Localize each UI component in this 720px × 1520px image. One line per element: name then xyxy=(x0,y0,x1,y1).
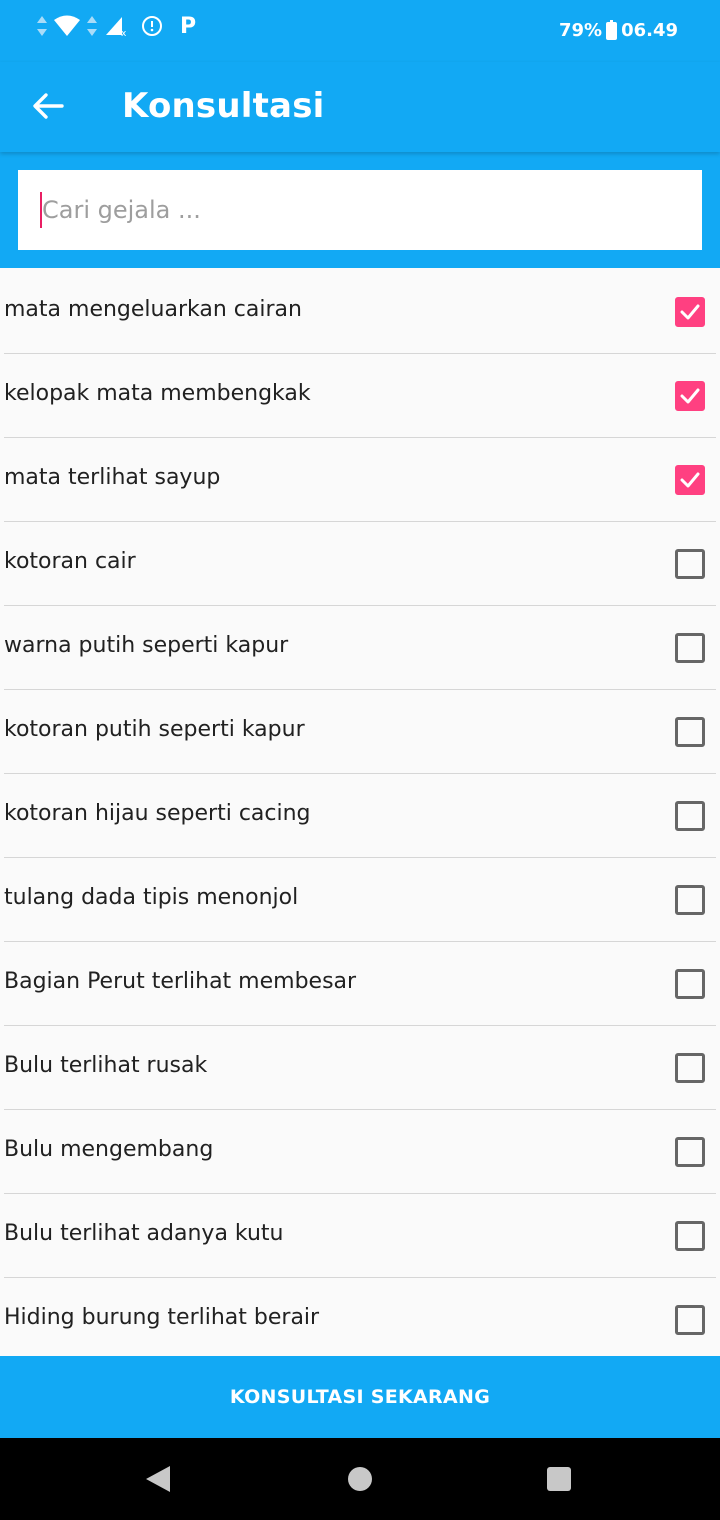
symptom-label: Hiding burung terlihat berair xyxy=(4,1305,320,1330)
symptom-row[interactable]: mata terlihat sayup xyxy=(0,438,720,522)
nav-home-icon[interactable] xyxy=(348,1467,372,1491)
symptom-label: warna putih seperti kapur xyxy=(4,633,289,658)
navigation-bar xyxy=(0,1438,720,1520)
symptom-row[interactable]: kelopak mata membengkak xyxy=(0,354,720,438)
symptom-label: mata terlihat sayup xyxy=(4,465,221,490)
symptom-row[interactable]: warna putih seperti kapur xyxy=(0,606,720,690)
back-button[interactable] xyxy=(26,84,70,128)
symptom-row[interactable]: Bagian Perut terlihat membesar xyxy=(0,942,720,1026)
status-bar: x P 79% 06.49 xyxy=(0,0,720,62)
signal-icon: x xyxy=(106,17,127,37)
symptom-list: mata mengeluarkan cairan kelopak mata mem… xyxy=(0,270,720,1356)
alarm-icon xyxy=(142,16,162,36)
checkbox-unchecked[interactable] xyxy=(675,633,705,663)
symptom-row[interactable]: Bulu mengembang xyxy=(0,1110,720,1194)
page-title: Konsultasi xyxy=(122,86,325,126)
symptom-label: Bulu terlihat adanya kutu xyxy=(4,1221,284,1246)
checkbox-checked[interactable] xyxy=(675,465,705,495)
symptom-label: kotoran putih seperti kapur xyxy=(4,717,305,742)
symptom-label: tulang dada tipis menonjol xyxy=(4,885,299,910)
symptom-label: kotoran cair xyxy=(4,549,136,574)
checkbox-checked[interactable] xyxy=(675,381,705,411)
symptom-row[interactable]: tulang dada tipis menonjol xyxy=(0,858,720,942)
status-icons-right: 79% 06.49 xyxy=(558,19,678,41)
checkbox-unchecked[interactable] xyxy=(675,969,705,999)
symptom-row[interactable]: kotoran cair xyxy=(0,522,720,606)
search-box[interactable] xyxy=(18,170,702,250)
checkmark-icon xyxy=(680,472,700,488)
checkbox-checked[interactable] xyxy=(675,297,705,327)
status-icons-left: x P xyxy=(36,12,196,40)
search-section xyxy=(0,152,720,268)
symptom-row[interactable]: kotoran putih seperti kapur xyxy=(0,690,720,774)
checkmark-icon xyxy=(680,388,700,404)
checkbox-unchecked[interactable] xyxy=(675,1137,705,1167)
svg-text:x: x xyxy=(121,29,127,37)
symptom-label: mata mengeluarkan cairan xyxy=(4,297,302,322)
symptom-row[interactable]: kotoran hijau seperti cacing xyxy=(0,774,720,858)
symptom-row[interactable]: Bulu terlihat rusak xyxy=(0,1026,720,1110)
status-time: 06.49 xyxy=(621,20,678,41)
symptom-label: kotoran hijau seperti cacing xyxy=(4,801,311,826)
symptom-label: Bagian Perut terlihat membesar xyxy=(4,969,357,994)
checkbox-unchecked[interactable] xyxy=(675,717,705,747)
battery-percent: 79% xyxy=(558,20,603,41)
parking-app-icon: P xyxy=(180,13,197,39)
battery-charging-icon xyxy=(606,19,618,40)
symptom-label: Bulu terlihat rusak xyxy=(4,1053,208,1078)
checkbox-unchecked[interactable] xyxy=(675,885,705,915)
checkmark-icon xyxy=(680,304,700,320)
symptom-row[interactable]: Hiding burung terlihat berair xyxy=(0,1278,720,1356)
arrow-left-icon xyxy=(33,93,64,119)
consult-now-button[interactable]: KONSULTASI SEKARANG xyxy=(0,1356,720,1438)
search-input[interactable] xyxy=(42,188,682,232)
checkbox-unchecked[interactable] xyxy=(675,1053,705,1083)
checkbox-unchecked[interactable] xyxy=(675,1305,705,1335)
nav-back-icon[interactable] xyxy=(146,1466,170,1492)
data-arrows-icon xyxy=(87,16,97,36)
symptom-label: Bulu mengembang xyxy=(4,1137,214,1162)
checkbox-unchecked[interactable] xyxy=(675,1221,705,1251)
nav-recent-apps-icon[interactable] xyxy=(547,1467,571,1491)
checkbox-unchecked[interactable] xyxy=(675,549,705,579)
wifi-icon xyxy=(54,15,80,36)
symptom-row[interactable]: mata mengeluarkan cairan xyxy=(0,270,720,354)
symptom-label: kelopak mata membengkak xyxy=(4,381,311,406)
checkbox-unchecked[interactable] xyxy=(675,801,705,831)
app-bar: Konsultasi xyxy=(0,62,720,152)
symptom-row[interactable]: Bulu terlihat adanya kutu xyxy=(0,1194,720,1278)
data-arrows-icon xyxy=(37,16,47,36)
